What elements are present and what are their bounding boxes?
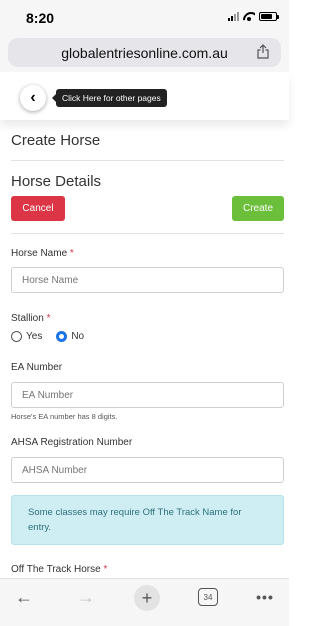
stallion-radio-group: Yes No <box>11 331 98 342</box>
page-title: Create Horse <box>11 132 101 149</box>
status-icons <box>228 12 279 21</box>
section-title: Horse Details <box>11 173 102 190</box>
browser-toolbar: ← → + 34 ••• <box>0 578 289 626</box>
stallion-yes-radio[interactable] <box>11 331 22 342</box>
battery-icon <box>259 12 279 21</box>
stallion-label: Stallion * <box>11 313 51 324</box>
back-pages-tooltip: Click Here for other pages <box>52 89 167 107</box>
back-pages-button[interactable]: ‹ <box>20 85 46 111</box>
forward-arrow-icon[interactable]: → <box>74 585 98 609</box>
required-marker: * <box>69 248 74 259</box>
info-alert: Some classes may require Off The Track N… <box>11 495 284 545</box>
required-marker: * <box>103 564 108 575</box>
share-icon[interactable] <box>257 44 269 59</box>
horse-name-label-text: Horse Name <box>11 248 68 259</box>
stallion-no-radio[interactable] <box>56 331 68 342</box>
page-header: ‹ Click Here for other pages <box>0 72 289 120</box>
status-time: 8:20 <box>26 10 55 26</box>
divider <box>11 233 284 234</box>
horse-name-input[interactable] <box>11 267 284 293</box>
cellular-signal-icon <box>228 12 239 21</box>
divider <box>11 160 284 161</box>
off-track-label-text: Off The Track Horse <box>11 564 101 575</box>
url-text[interactable]: globalentriesonline.com.au <box>8 45 281 61</box>
stallion-yes-label[interactable]: Yes <box>26 331 42 342</box>
wifi-icon <box>243 12 255 21</box>
stallion-label-text: Stallion <box>11 313 44 324</box>
required-marker: * <box>46 313 51 324</box>
address-bar-area: globalentriesonline.com.au <box>0 38 289 72</box>
cancel-button[interactable]: Cancel <box>11 196 65 221</box>
ea-number-label: EA Number <box>11 362 63 373</box>
tabs-button[interactable]: 34 <box>198 588 218 606</box>
stallion-no-label[interactable]: No <box>71 331 84 342</box>
create-button[interactable]: Create <box>232 196 284 221</box>
more-menu-icon[interactable]: ••• <box>254 585 276 609</box>
status-bar: 8:20 <box>0 0 289 38</box>
ahsa-number-input[interactable] <box>11 457 284 483</box>
back-arrow-icon[interactable]: ← <box>12 585 36 609</box>
chevron-left-icon: ‹ <box>30 89 36 106</box>
horse-name-label: Horse Name * <box>11 248 74 259</box>
ahsa-number-label: AHSA Registration Number <box>11 437 133 448</box>
off-track-label: Off The Track Horse * <box>11 564 107 575</box>
ea-number-help: Horse's EA number has 8 digits. <box>11 412 118 421</box>
address-bar[interactable]: globalentriesonline.com.au <box>8 38 281 67</box>
ea-number-input[interactable] <box>11 382 284 408</box>
new-tab-plus-icon[interactable]: + <box>134 585 160 611</box>
